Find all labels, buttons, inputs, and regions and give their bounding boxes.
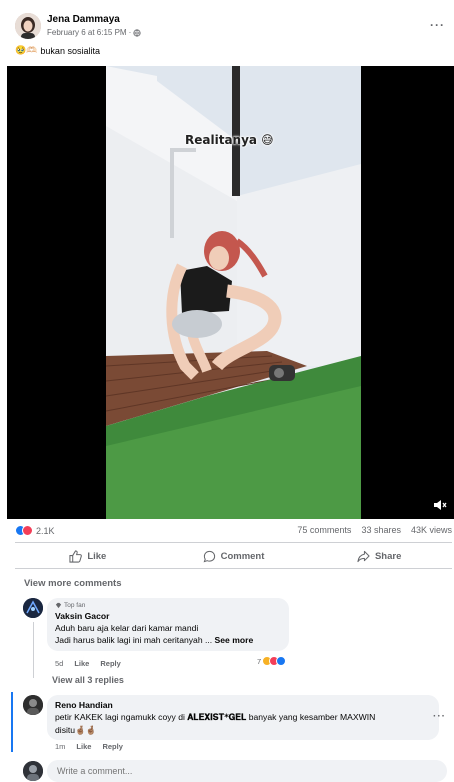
- comment-more-button[interactable]: ···: [433, 711, 446, 722]
- commenter-name[interactable]: Vaksin Gacor: [55, 610, 281, 622]
- divider-bottom: [15, 568, 452, 569]
- post-date[interactable]: February 6 at 6:15 PM: [47, 28, 127, 37]
- globe-icon: [133, 28, 141, 37]
- diamond-icon: [55, 602, 62, 609]
- comment-actions: 1m Like Reply: [55, 742, 123, 751]
- share-label: Share: [374, 550, 402, 562]
- comment-text-line-2-body: Jadi harus balik lagi ini mah ceritanyah…: [55, 635, 213, 645]
- comment-reply-button[interactable]: Reply: [100, 659, 120, 668]
- comment-bubble: Top fan Vaksin Gacor Aduh baru aja kelar…: [47, 598, 289, 651]
- caption-text: bukan sosialita: [40, 45, 100, 56]
- action-bar: Like Comment Share: [15, 545, 452, 567]
- write-comment-row: [15, 760, 452, 782]
- caption-emojis: 🥹🫶🏻: [15, 45, 38, 55]
- top-fan-badge: Top fan: [55, 601, 281, 610]
- comment-time[interactable]: 1m: [55, 742, 65, 751]
- commenter-avatar[interactable]: [23, 598, 43, 618]
- thumbs-up-icon: [69, 549, 83, 563]
- comment-text-c: banyak yang kesamber MAXWIN: [246, 712, 376, 722]
- commenter-name[interactable]: Reno Handian: [55, 699, 431, 711]
- post-more-button[interactable]: ···: [430, 18, 445, 32]
- view-all-replies[interactable]: View all 3 replies: [52, 675, 124, 685]
- comment-text-line-1: Aduh baru aja kelar dari kamar mandi: [55, 623, 199, 633]
- like-reaction-icon: [276, 656, 287, 666]
- love-reaction-icon: [22, 525, 33, 536]
- comment-like-button[interactable]: Like: [76, 742, 91, 751]
- comment-text-line-2: Jadi harus balik lagi ini mah ceritanyah…: [55, 634, 281, 646]
- post-card: Jena Dammaya February 6 at 6:15 PM · ···…: [7, 0, 454, 782]
- comment-item: Reno Handian petir KAKEK lagi ngamukk co…: [15, 695, 452, 757]
- reaction-count: 2.1K: [36, 525, 55, 536]
- comment-label: Comment: [220, 550, 265, 562]
- comment-text: petir KAKEK lagi ngamukk coyy di 𝐀𝐋𝐄𝐗𝐈𝐒𝐓…: [55, 711, 431, 724]
- post-meta: February 6 at 6:15 PM ·: [47, 28, 141, 37]
- share-button[interactable]: Share: [306, 545, 452, 567]
- divider-top: [15, 542, 452, 543]
- mute-icon[interactable]: [433, 498, 447, 512]
- share-count[interactable]: 33 shares: [361, 525, 401, 535]
- video-overlay-text: Realitanya 😅: [185, 133, 274, 147]
- comment-bubble: Reno Handian petir KAKEK lagi ngamukk co…: [47, 695, 439, 740]
- post-video[interactable]: Realitanya 😅: [7, 66, 454, 519]
- meta-separator: ·: [128, 28, 132, 37]
- post-stats: 2.1K 75 comments 33 shares 43K views: [15, 524, 452, 538]
- post-caption: 🥹🫶🏻 bukan sosialita: [15, 45, 100, 56]
- like-button[interactable]: Like: [15, 545, 161, 567]
- write-comment-input[interactable]: [47, 760, 447, 782]
- comment-text-d: disitu🤞🏽🤞🏽: [55, 725, 97, 735]
- current-user-avatar[interactable]: [23, 761, 43, 781]
- comment-button[interactable]: Comment: [161, 545, 307, 567]
- comment-time[interactable]: 5d: [55, 659, 63, 668]
- reaction-summary[interactable]: 2.1K: [15, 525, 55, 536]
- comment-actions: 5d Like Reply: [55, 659, 121, 668]
- comment-text-b: 𝐀𝐋𝐄𝐗𝐈𝐒𝐓*𝐆𝐄𝐋: [187, 713, 247, 723]
- stats-right: 75 comments 33 shares 43K views: [297, 525, 452, 535]
- see-more-link[interactable]: See more: [215, 635, 254, 645]
- like-label: Like: [87, 550, 107, 562]
- view-more-comments[interactable]: View more comments: [24, 578, 122, 589]
- view-count: 43K views: [410, 525, 452, 535]
- comment-text-a: petir KAKEK lagi ngamukk coyy di: [55, 712, 188, 722]
- comment-icon: [203, 550, 215, 562]
- comment-count[interactable]: 75 comments: [297, 525, 351, 535]
- comment-item: Top fan Vaksin Gacor Aduh baru aja kelar…: [15, 598, 452, 670]
- comment-reactions[interactable]: 7: [257, 656, 287, 666]
- new-comment-indicator: [11, 692, 13, 752]
- post-header: Jena Dammaya February 6 at 6:15 PM · ···: [15, 12, 447, 42]
- author-name[interactable]: Jena Dammaya: [47, 14, 120, 25]
- share-icon: [357, 550, 370, 562]
- comment-reaction-count: 7: [257, 656, 262, 666]
- author-avatar[interactable]: [15, 13, 41, 39]
- reply-thread-line: [33, 622, 34, 678]
- commenter-avatar[interactable]: [23, 695, 43, 715]
- comment-like-button[interactable]: Like: [74, 659, 89, 668]
- comment-reply-button[interactable]: Reply: [102, 742, 122, 751]
